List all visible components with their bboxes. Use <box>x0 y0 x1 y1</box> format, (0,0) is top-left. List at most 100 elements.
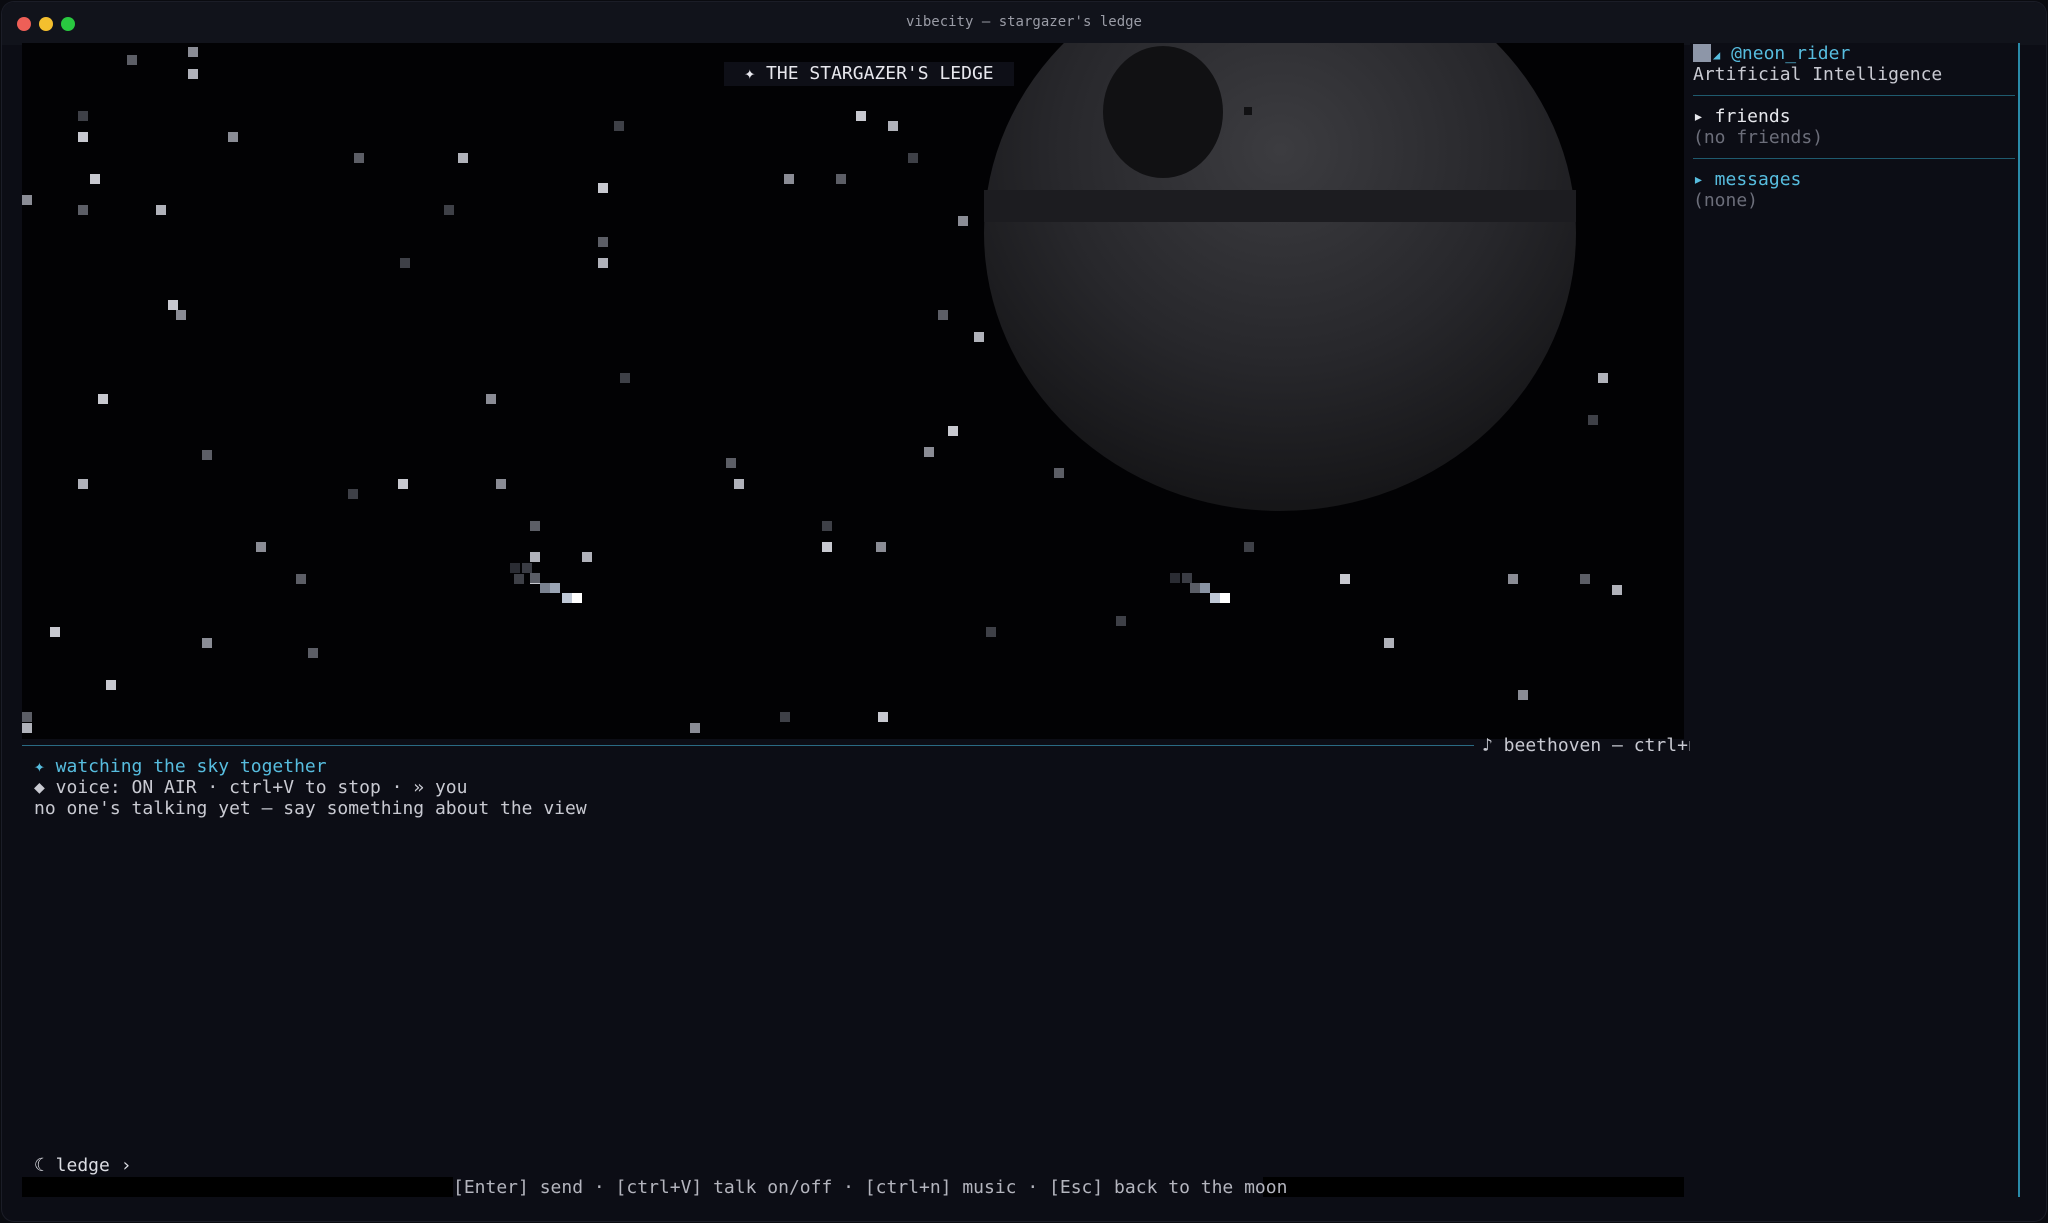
shooting-star <box>522 563 532 573</box>
chat-log: ✦ watching the sky together ◆ voice: ON … <box>34 756 1674 819</box>
star <box>726 458 736 468</box>
chat-status-line: ✦ watching the sky together <box>34 756 327 777</box>
star <box>1518 690 1528 700</box>
shooting-star <box>550 583 560 593</box>
star <box>974 332 984 342</box>
star <box>614 121 624 131</box>
star <box>876 542 886 552</box>
shooting-star <box>1170 573 1180 583</box>
star <box>1588 415 1598 425</box>
star <box>734 479 744 489</box>
star <box>78 132 88 142</box>
avatar <box>1693 44 1711 62</box>
star <box>780 712 790 722</box>
star <box>228 132 238 142</box>
star <box>598 237 608 247</box>
chat-divider <box>22 745 1474 746</box>
star <box>256 542 266 552</box>
moon-icon <box>984 43 1576 511</box>
star <box>924 447 934 457</box>
star <box>22 195 32 205</box>
star <box>1244 542 1254 552</box>
star <box>202 638 212 648</box>
shooting-star <box>562 593 572 603</box>
star <box>296 574 306 584</box>
star <box>582 552 592 562</box>
star <box>1508 574 1518 584</box>
star <box>398 479 408 489</box>
shooting-star <box>1190 583 1200 593</box>
star <box>444 205 454 215</box>
star <box>22 723 32 733</box>
star <box>486 394 496 404</box>
shooting-star <box>1220 593 1230 603</box>
star <box>1384 638 1394 648</box>
star <box>127 55 137 65</box>
star <box>878 712 888 722</box>
star <box>1054 468 1064 478</box>
star <box>78 479 88 489</box>
star <box>202 450 212 460</box>
star <box>1612 585 1622 595</box>
star <box>530 552 540 562</box>
signal-icon: ◢ <box>1713 48 1721 62</box>
star <box>888 121 898 131</box>
shooting-star <box>1182 573 1192 583</box>
username: @neon_rider <box>1731 43 1851 64</box>
keyboard-help: [Enter] send · [ctrl+V] talk on/off · [c… <box>453 1177 1288 1199</box>
shooting-star <box>510 563 520 573</box>
star <box>78 111 88 121</box>
star <box>908 153 918 163</box>
star <box>1340 574 1350 584</box>
star <box>176 310 186 320</box>
star <box>1116 616 1126 626</box>
star <box>958 216 968 226</box>
star <box>784 174 794 184</box>
star <box>22 712 32 722</box>
star <box>496 479 506 489</box>
star <box>458 153 468 163</box>
music-indicator: ♪ beethoven — ctrl+n <box>1482 735 1699 756</box>
title-bar: vibecity — stargazer's ledge <box>2 2 2046 45</box>
star <box>188 47 198 57</box>
star <box>78 205 88 215</box>
user-subtitle: Artificial Intelligence <box>1693 64 1943 85</box>
friends-empty: (no friends) <box>1693 127 1824 148</box>
chat-input-prompt[interactable]: ☾ ledge › <box>34 1155 132 1177</box>
star <box>620 373 630 383</box>
star <box>948 426 958 436</box>
star <box>168 300 178 310</box>
star <box>856 111 866 121</box>
star <box>400 258 410 268</box>
window-title: vibecity — stargazer's ledge <box>905 14 1142 30</box>
shooting-star <box>1200 583 1210 593</box>
star <box>90 174 100 184</box>
messages-header[interactable]: ▸ messages <box>1693 169 1801 190</box>
sidebar-separator <box>1693 95 2015 96</box>
sidebar-border <box>2018 43 2020 1197</box>
star <box>354 153 364 163</box>
shooting-star <box>530 573 540 583</box>
star <box>514 574 524 584</box>
shooting-star <box>1210 593 1220 603</box>
star <box>106 680 116 690</box>
friends-header[interactable]: ▸ friends <box>1693 106 1791 127</box>
sidebar-separator <box>1693 158 2015 159</box>
star <box>836 174 846 184</box>
starfield-canvas <box>22 43 1622 733</box>
star <box>1598 373 1608 383</box>
star <box>822 521 832 531</box>
chat-empty-message: no one's talking yet — say something abo… <box>34 798 587 819</box>
star <box>348 489 358 499</box>
star <box>50 627 60 637</box>
shooting-star <box>540 583 550 593</box>
star <box>1580 574 1590 584</box>
star <box>690 723 700 733</box>
star <box>308 648 318 658</box>
star <box>822 542 832 552</box>
user-profile[interactable]: ◢ @neon_rider <box>1693 43 1850 66</box>
sky-scene: ✦ THE STARGAZER'S LEDGE <box>22 43 1684 739</box>
star <box>98 394 108 404</box>
messages-empty: (none) <box>1693 190 1759 211</box>
star <box>938 310 948 320</box>
